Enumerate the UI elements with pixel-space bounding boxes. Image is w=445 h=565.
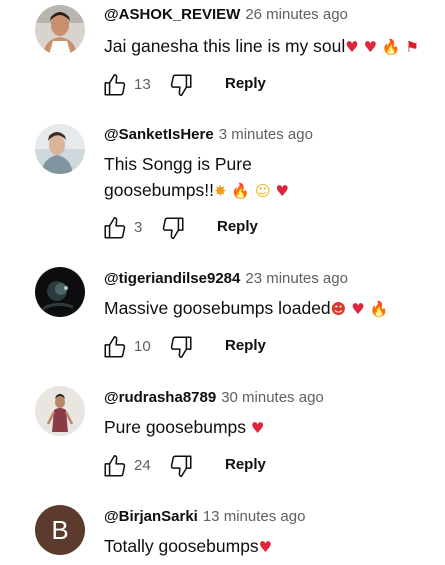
like-count: 13 <box>134 76 151 93</box>
comment-author[interactable]: @SanketIsHere <box>104 126 214 143</box>
comment-text: Pure goosebumps ♥ <box>104 414 434 441</box>
thumbs-down-icon <box>170 74 192 97</box>
like-count: 24 <box>134 457 151 474</box>
fire-emoji-icon: 🔥 <box>369 300 389 318</box>
comment-author[interactable]: @ASHOK_REVIEW <box>104 6 240 23</box>
avatar[interactable] <box>35 5 85 55</box>
comment-timestamp[interactable]: 13 minutes ago <box>203 508 306 525</box>
star-struck-emoji-icon: ☺ <box>254 182 271 200</box>
heart-emoji-icon: ♥ <box>275 182 289 200</box>
like-count: 3 <box>134 219 143 236</box>
comment-text-body: Jai ganesha this line is my soul <box>104 36 346 56</box>
heart-emoji-icon: ♥ <box>250 419 265 437</box>
comment-text: Jai ganesha this line is my soul♥ ♥ 🔥 ⚑ <box>104 33 434 60</box>
avatar-letter: B <box>51 514 69 545</box>
heart-emoji-icon: ♥ <box>351 300 365 318</box>
comment-timestamp[interactable]: 3 minutes ago <box>219 126 313 143</box>
reply-button[interactable]: Reply <box>217 218 258 235</box>
comment-timestamp[interactable]: 30 minutes ago <box>221 389 324 406</box>
heart-emoji-icon: ♥ <box>258 538 273 556</box>
thumbs-up-icon <box>104 454 126 477</box>
comment-author[interactable]: @tigeriandilse9284 <box>104 270 240 287</box>
comment-timestamp[interactable]: 23 minutes ago <box>245 270 348 287</box>
dislike-button[interactable] <box>168 453 194 479</box>
dislike-button[interactable] <box>160 215 186 241</box>
collision-emoji-icon: ✸ <box>213 182 227 200</box>
comment-text-body: goosebumps!! <box>104 180 214 200</box>
comment-text: Totally goosebumps♥ <box>104 533 434 560</box>
avatar[interactable]: B <box>35 505 85 555</box>
heart-emoji-icon: ♥ <box>363 38 378 56</box>
reply-button[interactable]: Reply <box>225 75 266 92</box>
avatar[interactable] <box>35 124 85 174</box>
thumbs-down-icon <box>170 336 192 359</box>
thumbs-up-icon <box>104 216 126 239</box>
avatar[interactable] <box>35 267 85 317</box>
fire-emoji-icon: 🔥 <box>231 182 251 200</box>
like-button[interactable] <box>102 453 128 479</box>
avatar[interactable] <box>35 386 85 436</box>
like-button[interactable] <box>102 334 128 360</box>
reply-button[interactable]: Reply <box>225 456 266 473</box>
like-count: 10 <box>134 338 151 355</box>
comment-text: Massive goosebumps loaded☻ ♥ 🔥 <box>104 295 434 322</box>
dislike-button[interactable] <box>168 72 194 98</box>
like-button[interactable] <box>102 72 128 98</box>
comment-text-body: Totally goosebumps <box>104 536 259 556</box>
comment-author[interactable]: @rudrasha8789 <box>104 389 216 406</box>
comment-text-body: Pure goosebumps <box>104 417 247 437</box>
comment-text-line: This Songg is Pure <box>104 154 252 174</box>
thumbs-down-icon <box>170 455 192 478</box>
flag-emoji-icon: ⚑ <box>405 38 419 56</box>
hot-face-emoji-icon: ☻ <box>330 300 347 318</box>
comment-author[interactable]: @BirjanSarki <box>104 508 198 525</box>
thumbs-up-icon <box>104 73 126 96</box>
thumbs-up-icon <box>104 335 126 358</box>
dislike-button[interactable] <box>168 334 194 360</box>
comment-timestamp[interactable]: 26 minutes ago <box>245 6 348 23</box>
comment-text-line-2: goosebumps!!✸ 🔥 ☺ ♥ <box>104 177 434 204</box>
comment-text: This Songg is Pure goosebumps!!✸ 🔥 ☺ ♥ <box>104 151 434 204</box>
reply-button[interactable]: Reply <box>225 337 266 354</box>
fire-emoji-icon: 🔥 <box>381 38 401 56</box>
thumbs-down-icon <box>162 217 184 240</box>
comment-text-body: Massive goosebumps loaded <box>104 298 331 318</box>
like-button[interactable] <box>102 215 128 241</box>
heart-emoji-icon: ♥ <box>345 38 359 56</box>
